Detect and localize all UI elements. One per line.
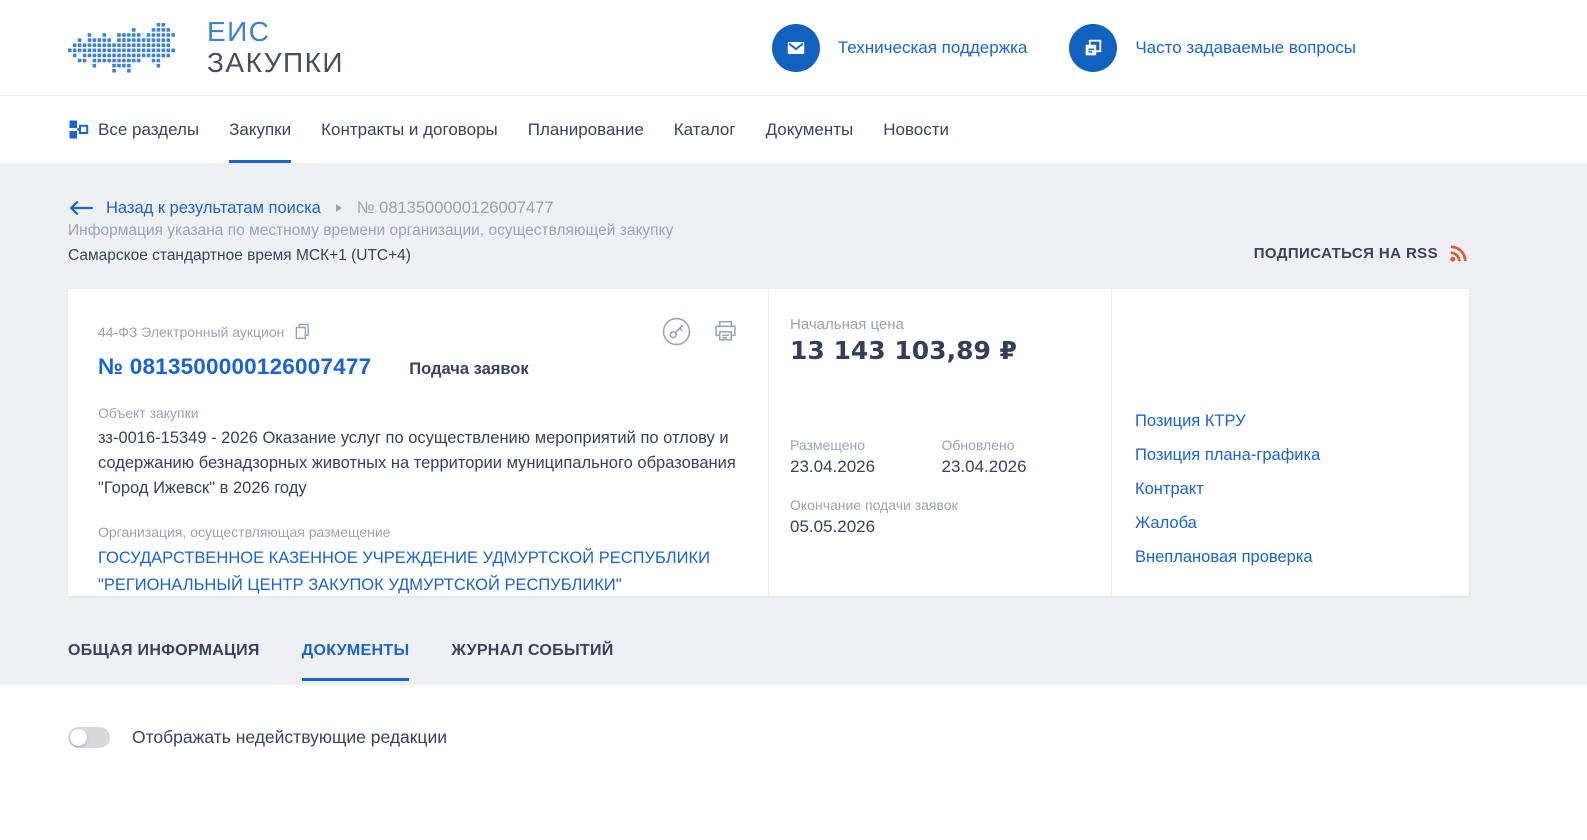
ktru-position-link[interactable]: Позиция КТРУ xyxy=(1135,411,1451,432)
detail-tabs: ОБЩАЯ ИНФОРМАЦИЯ ДОКУМЕНТЫ ЖУРНАЛ СОБЫТИ… xyxy=(68,636,1519,681)
organization-link[interactable]: ГОСУДАРСТВЕННОЕ КАЗЕННОЕ УЧРЕЖДЕНИЕ УДМУ… xyxy=(98,545,738,599)
complaint-link[interactable]: Жалоба xyxy=(1135,513,1451,534)
tab-general-info[interactable]: ОБЩАЯ ИНФОРМАЦИЯ xyxy=(68,636,260,681)
content-area: Назад к результатам поиска № 08135000001… xyxy=(0,163,1587,685)
logo-zakupki: ЗАКУПКИ xyxy=(207,46,345,78)
toggle-row: Отображать недействующие редакции xyxy=(68,727,1519,748)
nav-item-label: Планирование xyxy=(527,119,644,139)
object-label: Объект закупки xyxy=(98,405,199,421)
placed-date: 23.04.2026 xyxy=(790,457,876,476)
nav-item-documents[interactable]: Документы xyxy=(766,96,854,163)
back-to-search-link[interactable]: Назад к результатам поиска xyxy=(106,199,321,218)
notice-row: Информация указана по местному времени о… xyxy=(68,222,1469,265)
tab-event-log[interactable]: ЖУРНАЛ СОБЫТИЙ xyxy=(451,636,613,681)
organization-label: Организация, осуществляющая размещение xyxy=(98,524,391,540)
contract-link[interactable]: Контракт xyxy=(1135,479,1451,500)
nav-item-label: Новости xyxy=(883,119,950,139)
purchase-price-column: Начальная цена 13 143 103,89 ₽ Размещено… xyxy=(769,289,1112,596)
placed-date-block: Размещено 23.04.2026 xyxy=(790,437,942,477)
related-links-column: Позиция КТРУ Позиция плана-графика Контр… xyxy=(1112,289,1469,596)
breadcrumb-separator-icon xyxy=(335,204,342,212)
show-invalid-revisions-label: Отображать недействующие редакции xyxy=(132,727,448,747)
show-invalid-revisions-toggle[interactable] xyxy=(68,727,110,748)
price-label: Начальная цена xyxy=(790,316,904,333)
updated-label: Обновлено xyxy=(941,437,1015,453)
deadline-block: Окончание подачи заявок 05.05.2026 xyxy=(790,497,1093,537)
header: ЕИС ЗАКУПКИ Техническая поддержка Часто … xyxy=(0,0,1587,96)
deadline-date: 05.05.2026 xyxy=(790,517,876,536)
tab-documents[interactable]: ДОКУМЕНТЫ xyxy=(301,636,410,681)
purchase-card: 44-ФЗ Электронный аукцион № 081350000012… xyxy=(68,289,1469,596)
documents-tab-content: Отображать недействующие редакции xyxy=(0,685,1587,748)
updated-date-block: Обновлено 23.04.2026 xyxy=(942,437,1094,477)
print-icon[interactable] xyxy=(713,319,738,344)
sitemap-icon xyxy=(68,119,89,140)
nav-item-label: Контракты и договоры xyxy=(321,119,498,139)
faq-link[interactable]: Часто задаваемые вопросы xyxy=(1069,23,1356,72)
object-text: зз-0016-15349 - 2026 Оказание услуг по о… xyxy=(98,429,736,497)
rss-subscribe-label: ПОДПИСАТЬСЯ НА RSS xyxy=(1253,244,1438,262)
main-nav: Все разделы Закупки Контракты и договоры… xyxy=(0,96,1587,163)
nav-item-contracts[interactable]: Контракты и договоры xyxy=(321,96,498,163)
nav-item-label: Каталог xyxy=(673,119,736,139)
rss-icon xyxy=(1449,243,1469,263)
nav-item-label: Закупки xyxy=(229,119,292,139)
copy-icon[interactable] xyxy=(294,323,311,340)
faq-icon xyxy=(1069,23,1118,72)
updated-date: 23.04.2026 xyxy=(941,457,1027,476)
nav-item-label: Документы xyxy=(765,119,854,139)
nav-all-sections-label: Все разделы xyxy=(98,119,200,139)
placed-label: Размещено xyxy=(790,437,865,453)
timezone-notice-line2: Самарское стандартное время МСК+1 (UTC+4… xyxy=(68,247,411,264)
purchase-number-link[interactable]: № 0813500000126007477 xyxy=(98,354,371,380)
page: ЕИС ЗАКУПКИ Техническая поддержка Часто … xyxy=(0,0,1587,748)
russia-dot-map-icon xyxy=(68,17,192,79)
logo-eis: ЕИС xyxy=(207,16,271,48)
tech-support-link[interactable]: Техническая поддержка xyxy=(771,23,1028,72)
eis-logo[interactable]: ЕИС ЗАКУПКИ xyxy=(68,17,344,79)
mail-icon xyxy=(771,23,820,72)
purchase-main-column: 44-ФЗ Электронный аукцион № 081350000012… xyxy=(68,289,769,596)
back-arrow-icon[interactable] xyxy=(68,200,93,216)
faq-label: Часто задаваемые вопросы xyxy=(1135,37,1356,57)
header-links: Техническая поддержка Часто задаваемые в… xyxy=(771,23,1356,72)
breadcrumb: Назад к результатам поиска № 08135000001… xyxy=(68,163,1519,220)
signature-key-icon[interactable] xyxy=(662,317,691,346)
deadline-label: Окончание подачи заявок xyxy=(790,497,958,513)
nav-item-purchases[interactable]: Закупки xyxy=(229,96,292,163)
logo-text: ЕИС ЗАКУПКИ xyxy=(207,16,345,78)
law-type-label: 44-ФЗ Электронный аукцион xyxy=(98,323,285,340)
timezone-notice-line1: Информация указана по местному времени о… xyxy=(68,222,674,239)
unscheduled-inspection-link[interactable]: Внеплановая проверка xyxy=(1135,547,1451,568)
nav-item-planning[interactable]: Планирование xyxy=(528,96,644,163)
nav-all-sections[interactable]: Все разделы xyxy=(68,96,199,163)
purchase-status: Подача заявок xyxy=(409,360,529,378)
tech-support-label: Техническая поддержка xyxy=(837,37,1028,57)
schedule-position-link[interactable]: Позиция плана-графика xyxy=(1135,445,1451,466)
price-value: 13 143 103,89 ₽ xyxy=(790,336,1017,365)
rss-subscribe-link[interactable]: ПОДПИСАТЬСЯ НА RSS xyxy=(1254,243,1469,263)
timezone-notice: Информация указана по местному времени о… xyxy=(68,222,673,265)
toggle-knob xyxy=(70,729,87,746)
nav-item-catalog[interactable]: Каталог xyxy=(674,96,736,163)
nav-item-news[interactable]: Новости xyxy=(883,96,949,163)
breadcrumb-current: № 0813500000126007477 xyxy=(356,198,554,217)
